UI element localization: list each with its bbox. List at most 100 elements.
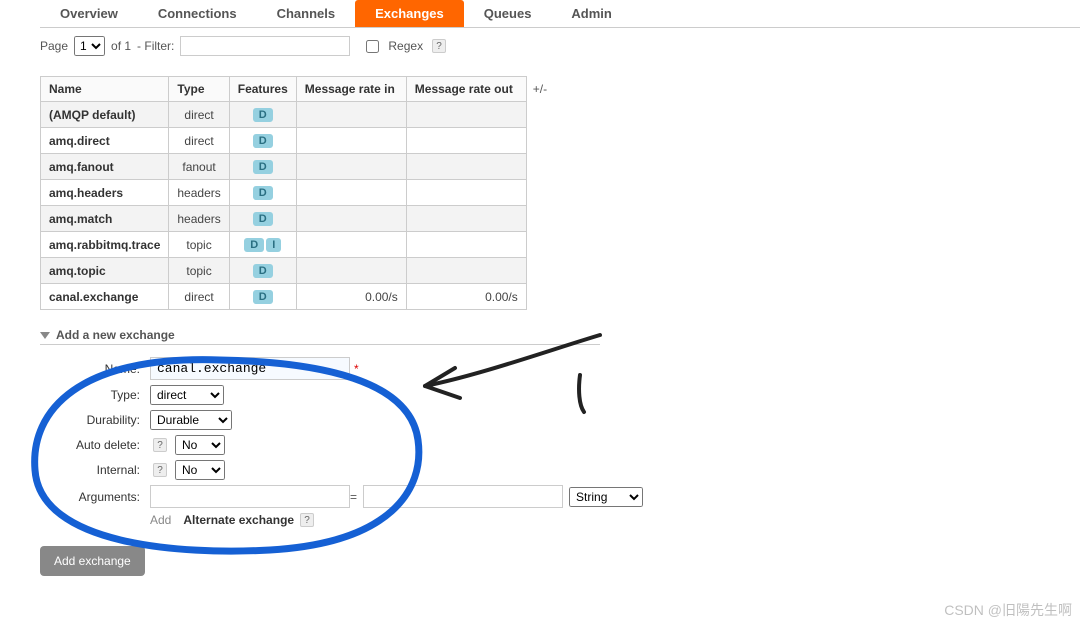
features-cell: D bbox=[229, 258, 296, 284]
tab-admin[interactable]: Admin bbox=[551, 0, 631, 27]
exchange-link[interactable]: amq.headers bbox=[49, 186, 123, 200]
table-row: amq.match headers D bbox=[41, 206, 527, 232]
table-row: amq.headers headers D bbox=[41, 180, 527, 206]
feature-badge: D bbox=[253, 212, 273, 226]
rate-in-cell bbox=[296, 154, 406, 180]
col-rate-in[interactable]: Message rate in bbox=[296, 77, 406, 102]
features-cell: D bbox=[229, 206, 296, 232]
rate-in-cell bbox=[296, 232, 406, 258]
help-icon[interactable]: ? bbox=[153, 463, 167, 477]
regex-label: Regex bbox=[388, 39, 423, 53]
feature-badge: D bbox=[253, 160, 273, 174]
tab-overview[interactable]: Overview bbox=[40, 0, 138, 27]
rate-out-cell bbox=[406, 180, 526, 206]
table-row: canal.exchange direct D 0.00/s0.00/s bbox=[41, 284, 527, 310]
tab-channels[interactable]: Channels bbox=[257, 0, 356, 27]
exchange-link[interactable]: amq.direct bbox=[49, 134, 110, 148]
help-icon[interactable]: ? bbox=[153, 438, 167, 452]
argument-key-field[interactable] bbox=[150, 485, 350, 508]
rate-in-cell bbox=[296, 102, 406, 128]
rate-out-cell bbox=[406, 154, 526, 180]
type-cell: headers bbox=[169, 206, 229, 232]
tabs: Overview Connections Channels Exchanges … bbox=[40, 0, 1080, 28]
page-of: of 1 bbox=[111, 39, 131, 53]
required-mark: * bbox=[354, 362, 359, 376]
plusminus-toggle[interactable]: +/- bbox=[533, 82, 547, 96]
tab-connections[interactable]: Connections bbox=[138, 0, 257, 27]
rate-in-cell bbox=[296, 206, 406, 232]
argument-value-field[interactable] bbox=[363, 485, 563, 508]
exchanges-table: Name Type Features Message rate in Messa… bbox=[40, 76, 527, 310]
features-cell: D bbox=[229, 128, 296, 154]
durability-label: Durability: bbox=[40, 413, 140, 427]
type-cell: direct bbox=[169, 128, 229, 154]
table-row: amq.direct direct D bbox=[41, 128, 527, 154]
col-name[interactable]: Name bbox=[41, 77, 169, 102]
exchange-link[interactable]: canal.exchange bbox=[49, 290, 138, 304]
feature-badge: D bbox=[253, 186, 273, 200]
type-label: Type: bbox=[40, 388, 140, 402]
filter-label: - Filter: bbox=[137, 39, 174, 53]
rate-out-cell: 0.00/s bbox=[406, 284, 526, 310]
type-cell: topic bbox=[169, 232, 229, 258]
exchange-link[interactable]: amq.rabbitmq.trace bbox=[49, 238, 160, 252]
internal-label: Internal: bbox=[40, 463, 140, 477]
col-type[interactable]: Type bbox=[169, 77, 229, 102]
alternate-exchange-label[interactable]: Alternate exchange bbox=[183, 513, 294, 527]
section-add-exchange[interactable]: Add a new exchange bbox=[40, 328, 600, 345]
autodelete-label: Auto delete: bbox=[40, 438, 140, 452]
argument-type-select[interactable]: String bbox=[569, 487, 643, 507]
features-cell: D bbox=[229, 102, 296, 128]
rate-in-cell bbox=[296, 128, 406, 154]
rate-in-cell bbox=[296, 258, 406, 284]
help-icon[interactable]: ? bbox=[432, 39, 446, 53]
page-bar: Page 1 of 1 - Filter: Regex ? bbox=[40, 36, 1080, 56]
tab-queues[interactable]: Queues bbox=[464, 0, 552, 27]
type-cell: topic bbox=[169, 258, 229, 284]
durability-select[interactable]: Durable bbox=[150, 410, 232, 430]
rate-out-cell bbox=[406, 206, 526, 232]
collapse-icon bbox=[40, 332, 50, 339]
features-cell: DI bbox=[229, 232, 296, 258]
exchange-link[interactable]: (AMQP default) bbox=[49, 108, 135, 122]
table-row: amq.topic topic D bbox=[41, 258, 527, 284]
page-select[interactable]: 1 bbox=[74, 36, 105, 56]
tab-exchanges[interactable]: Exchanges bbox=[355, 0, 464, 27]
feature-badge: D bbox=[253, 108, 273, 122]
help-icon[interactable]: ? bbox=[300, 513, 314, 527]
type-select[interactable]: direct bbox=[150, 385, 224, 405]
rate-out-cell bbox=[406, 258, 526, 284]
rate-out-cell bbox=[406, 102, 526, 128]
autodelete-select[interactable]: No bbox=[175, 435, 225, 455]
rate-in-cell bbox=[296, 180, 406, 206]
col-rate-out[interactable]: Message rate out bbox=[406, 77, 526, 102]
feature-badge: D bbox=[253, 134, 273, 148]
exchange-link[interactable]: amq.fanout bbox=[49, 160, 114, 174]
type-cell: fanout bbox=[169, 154, 229, 180]
section-title: Add a new exchange bbox=[56, 328, 175, 342]
features-cell: D bbox=[229, 180, 296, 206]
feature-badge: D bbox=[253, 290, 273, 304]
table-row: (AMQP default) direct D bbox=[41, 102, 527, 128]
add-exchange-button[interactable]: Add exchange bbox=[40, 546, 145, 576]
add-argument-link[interactable]: Add bbox=[150, 513, 171, 527]
arguments-label: Arguments: bbox=[40, 490, 140, 504]
name-field[interactable] bbox=[150, 357, 350, 380]
page-label: Page bbox=[40, 39, 68, 53]
exchange-link[interactable]: amq.match bbox=[49, 212, 112, 226]
feature-badge: D bbox=[244, 238, 264, 252]
type-cell: direct bbox=[169, 284, 229, 310]
filter-input[interactable] bbox=[180, 36, 350, 56]
exchange-link[interactable]: amq.topic bbox=[49, 264, 106, 278]
type-cell: direct bbox=[169, 102, 229, 128]
features-cell: D bbox=[229, 154, 296, 180]
add-exchange-form: Name: * Type: direct Durability: Durable… bbox=[40, 357, 1080, 576]
internal-select[interactable]: No bbox=[175, 460, 225, 480]
equals-sign: = bbox=[350, 490, 357, 504]
feature-badge: D bbox=[253, 264, 273, 278]
regex-checkbox[interactable] bbox=[366, 40, 379, 53]
rate-in-cell: 0.00/s bbox=[296, 284, 406, 310]
rate-out-cell bbox=[406, 232, 526, 258]
col-features[interactable]: Features bbox=[229, 77, 296, 102]
type-cell: headers bbox=[169, 180, 229, 206]
